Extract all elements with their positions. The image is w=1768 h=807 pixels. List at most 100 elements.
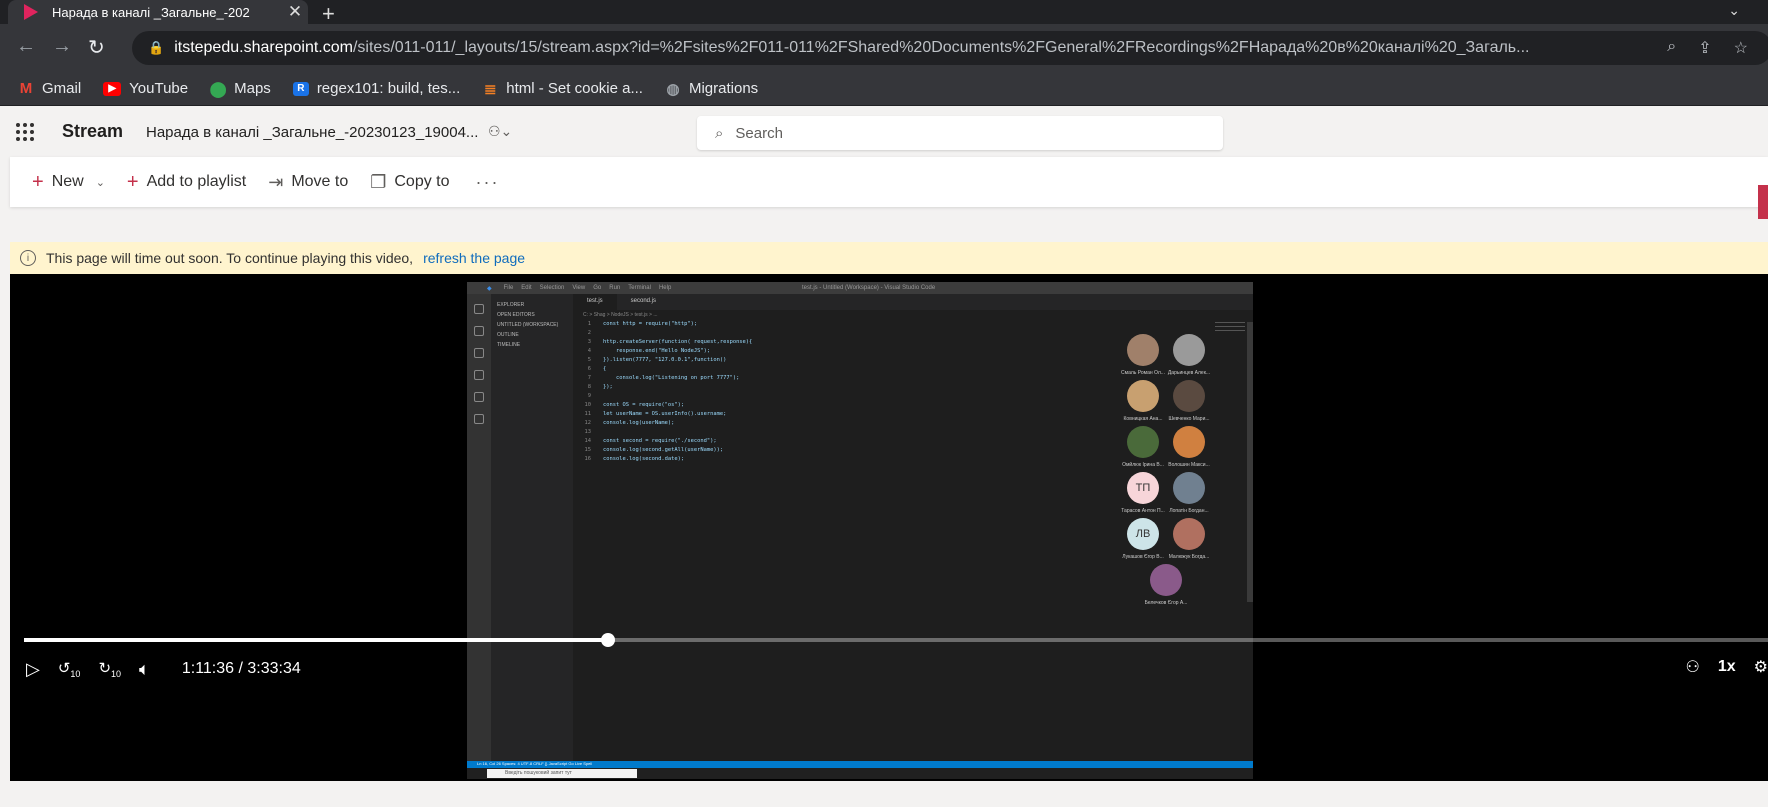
bookmark-star-icon[interactable]: ☆ [1734,38,1748,58]
copy-to-button[interactable]: ❐ Copy to [364,172,455,193]
participant-name: Смаль Роман Ол... [1121,370,1165,376]
bookmark-label: YouTube [129,80,189,97]
settings-gear-icon[interactable]: ⚙ [1754,657,1768,677]
tab-title: Нарада в каналі _Загальне_-202 [52,4,250,20]
windows-taskbar: Введіть пошуковий запит тут [467,768,1253,779]
bookmark-label: Gmail [42,80,82,97]
bookmark-youtube[interactable]: ▶ YouTube [103,80,188,97]
app-launcher-icon[interactable] [16,123,34,141]
notice-text: This page will time out soon. To continu… [46,250,414,266]
bookmark-gmail[interactable]: M Gmail [18,80,81,97]
forward-icon[interactable]: → [52,35,72,58]
avatar [1173,518,1205,550]
volume-icon[interactable]: 🔈︎ [139,659,150,680]
vscode-menu-item: Go [593,285,602,291]
copy-icon: ❐ [370,171,387,192]
participant-name: Лукашов Єгор В... [1122,554,1164,560]
chevron-down-icon: ⌄ [95,176,105,189]
participant-name: Дарьинцев Алек... [1167,370,1211,376]
plus-icon: + [32,170,44,193]
playback-speed-button[interactable]: 1x [1718,658,1736,676]
bookmark-stackoverflow[interactable]: ≣ html - Set cookie a... [482,80,643,98]
vscode-activity-bar [467,294,491,761]
add-to-playlist-button[interactable]: + Add to playlist [121,171,252,194]
tab-search-chevron-icon[interactable]: ⌄ [1728,2,1740,19]
code-line: 8}); [587,384,613,390]
participant-tile: ЛВ Лукашов Єгор В... [1118,518,1168,560]
bookmark-regex101[interactable]: Rregex101: build, tes... [292,80,460,97]
bookmarks-bar: M Gmail ▶ YouTube ⬤ Maps Rregex101: build, … [0,72,1768,106]
vscode-menu-item: Run [609,285,621,291]
bookmark-migrations[interactable]: ◍ Migrations [665,80,758,98]
vscode-menu-item: Terminal [628,285,651,291]
vscode-menu-item: View [572,285,586,291]
copy-to-label: Copy to [394,173,450,190]
url-path: /sites/011-011/_layouts/15/stream.aspx?i… [352,39,1530,56]
back-icon[interactable]: ← [16,35,36,58]
stackoverflow-icon: ≣ [483,80,497,98]
avatar [1173,334,1205,366]
explorer-heading: EXPLORER [497,302,525,308]
participant-tile: Малюжук Богда... [1164,518,1214,560]
vscode-tabs: test.js second.js [573,294,1253,310]
participant-tile: Смаль Роман Ол... [1118,334,1168,376]
code-line: 6{ [587,366,607,372]
taskbar-search: Введіть пошуковий запит тут [487,769,637,778]
vscode-titlebar: ◆ File Edit Selection View Go Run Terminal Help… [467,282,1253,294]
avatar [1150,564,1182,596]
reload-icon[interactable]: ↻ [88,35,105,60]
play-icon[interactable]: ▷ [26,659,40,680]
seek-back-10-icon[interactable]: ↺10 [58,659,81,679]
seek-forward-10-icon[interactable]: ↻10 [98,659,121,679]
maps-icon: ⬤ [209,80,227,98]
bookmark-maps[interactable]: ⬤ Maps [209,80,271,98]
share-icon[interactable]: ⇪ [1698,38,1711,58]
participant-name: Лопатін Богдан... [1169,508,1209,514]
globe-icon: ◍ [666,80,680,98]
regex101-icon: R [292,81,309,96]
captions-speaker-icon[interactable]: ⚇ [1686,657,1700,677]
vscode-menu: File Edit Selection View Go Run Terminal Help [504,285,680,291]
code-line: 3 http.createServer(function( request,res… [587,339,753,345]
address-bar[interactable]: 🔒 itstepedu.sharepoint.com /sites/011-01… [132,31,1768,65]
stream-app-bar: Stream Нарада в каналі _Загальне_-202301… [0,107,1768,157]
avatar [1127,334,1159,366]
zoom-icon[interactable]: ⌕ [1667,38,1676,58]
seek-bar-progress [24,638,609,642]
new-button[interactable]: + New ⌄ [26,171,111,194]
code-line: 9 [587,393,591,399]
omnibox-actions: ⌕ ⇪ ☆ [1667,38,1748,58]
avatar [1173,380,1205,412]
more-options-icon[interactable]: ··· [476,172,500,193]
add-to-playlist-label: Add to playlist [146,173,247,190]
participant-name: Шевченко Мари... [1168,416,1210,422]
search-icon: ⌕ [715,124,724,142]
vscode-menu-item: File [503,285,514,291]
move-to-button[interactable]: ⇥ Move to [262,172,354,193]
browser-toolbar: ← → ↻ 🔒 itstepedu.sharepoint.com /sites/… [0,24,1768,72]
seek-bar[interactable] [24,633,1768,647]
url-host: itstepedu.sharepoint.com [174,39,353,56]
browser-tab[interactable]: Нарада в каналі _Загальне_-202 ✕ [8,0,308,24]
lock-icon[interactable]: 🔒 [148,40,164,56]
avatar [1173,426,1205,458]
avatar: ТП [1127,472,1159,504]
plus-icon: + [126,170,139,193]
refresh-link[interactable]: refresh the page [423,250,525,266]
app-brand[interactable]: Stream [62,121,123,142]
explorer-section: TIMELINE [497,342,521,348]
sharing-people-icon[interactable]: ⚇⌄ [488,123,512,140]
bookmark-label: Maps [234,80,271,97]
avatar [1127,426,1159,458]
youtube-icon: ▶ [103,81,122,96]
vscode-window-title: test.js - Untitled (Workspace) - Visual … [802,285,936,291]
code-line: 10 const OS = require("os"); [584,402,685,408]
video-player[interactable]: ◆ File Edit Selection View Go Run Terminal Help… [10,274,1768,781]
search-input[interactable]: ⌕ Search [697,116,1223,150]
participant-name: Ковницкая Ана... [1123,416,1163,422]
participant-tile: Белечков Єгор А... [1141,564,1191,606]
close-tab-icon[interactable]: ✕ [282,2,308,22]
accent-button-edge[interactable] [1758,185,1768,219]
code-line: 11 let userName = OS.userInfo().username; [584,411,727,417]
participant-tile: Волошин Макси... [1164,426,1214,468]
